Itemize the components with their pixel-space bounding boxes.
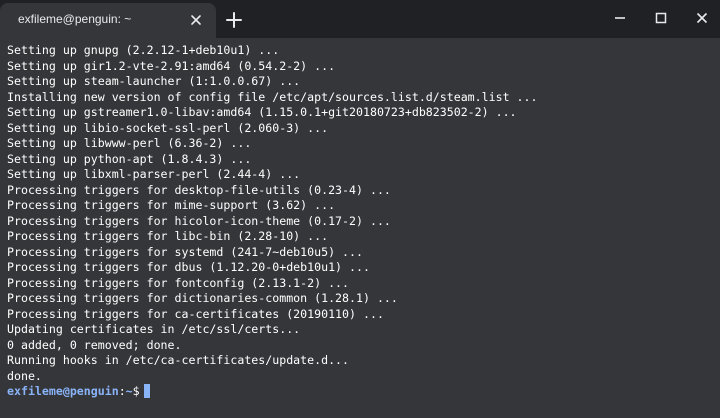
terminal-line: Setting up libio-socket-ssl-perl (2.060-… bbox=[7, 120, 329, 135]
terminal-line: Setting up libxml-parser-perl (2.44-4) .… bbox=[7, 167, 301, 181]
terminal-line: Setting up libwww-perl (6.36-2) ... bbox=[7, 136, 252, 150]
terminal-line: Installing new version of config file /e… bbox=[7, 89, 538, 104]
terminal-line: Processing triggers for dictionaries-com… bbox=[7, 291, 398, 305]
terminal-line: Processing triggers for desktop-file-uti… bbox=[7, 182, 391, 197]
terminal-line: done. bbox=[7, 368, 42, 383]
terminal-output[interactable]: Setting up gnupg (2.2.12-1+deb10u1) ... S… bbox=[0, 38, 720, 418]
terminal-line: Processing triggers for libc-bin (2.28-1… bbox=[7, 229, 329, 243]
terminal-line: Setting up gir1.2-vte-2.91:amd64 (0.54.2… bbox=[7, 58, 336, 73]
prompt-separator: : bbox=[118, 384, 126, 398]
terminal-line: Processing triggers for ca-certificates … bbox=[7, 306, 384, 321]
terminal-lines: Setting up gnupg (2.2.12-1+deb10u1) ... S… bbox=[7, 43, 720, 384]
text-cursor bbox=[143, 384, 150, 398]
terminal-line: Updating certificates in /etc/ssl/certs.… bbox=[7, 322, 301, 336]
prompt-path: ~ bbox=[125, 384, 133, 398]
tab-close-icon[interactable] bbox=[188, 12, 204, 28]
prompt-user-host: exfileme@penguin bbox=[7, 384, 119, 398]
prompt-line[interactable]: exfileme@penguin:~$ bbox=[7, 384, 720, 400]
maximize-icon[interactable] bbox=[653, 10, 669, 26]
window-close-icon[interactable] bbox=[694, 10, 710, 26]
new-tab-plus-icon[interactable] bbox=[224, 10, 244, 30]
terminal-line: Processing triggers for fontconfig (2.13… bbox=[7, 275, 350, 290]
terminal-line: Processing triggers for systemd (241-7~d… bbox=[7, 244, 363, 259]
prompt-symbol: $ bbox=[132, 384, 140, 398]
title-bar: exfileme@penguin: ~ bbox=[0, 0, 720, 38]
tab-terminal[interactable]: exfileme@penguin: ~ bbox=[0, 3, 216, 38]
terminal-line: Processing triggers for hicolor-icon-the… bbox=[7, 213, 391, 228]
terminal-line: Setting up steam-launcher (1:1.0.0.67) .… bbox=[7, 74, 301, 88]
terminal-line: Setting up gstreamer1.0-libav:amd64 (1.1… bbox=[7, 105, 517, 119]
terminal-line: Processing triggers for dbus (1.12.20-0+… bbox=[7, 260, 370, 274]
terminal-line: 0 added, 0 removed; done. bbox=[7, 337, 182, 352]
terminal-line: Setting up python-apt (1.8.4.3) ... bbox=[7, 151, 252, 166]
terminal-line: Processing triggers for mime-support (3.… bbox=[7, 198, 336, 212]
window-controls bbox=[610, 0, 720, 38]
tab-title: exfileme@penguin: ~ bbox=[18, 12, 132, 26]
terminal-line: Setting up gnupg (2.2.12-1+deb10u1) ... bbox=[7, 43, 280, 57]
terminal-window: exfileme@penguin: ~ Setting up gnupg (2.… bbox=[0, 0, 720, 418]
terminal-line: Running hooks in /etc/ca-certificates/up… bbox=[7, 353, 350, 367]
minimize-icon[interactable] bbox=[612, 10, 628, 26]
